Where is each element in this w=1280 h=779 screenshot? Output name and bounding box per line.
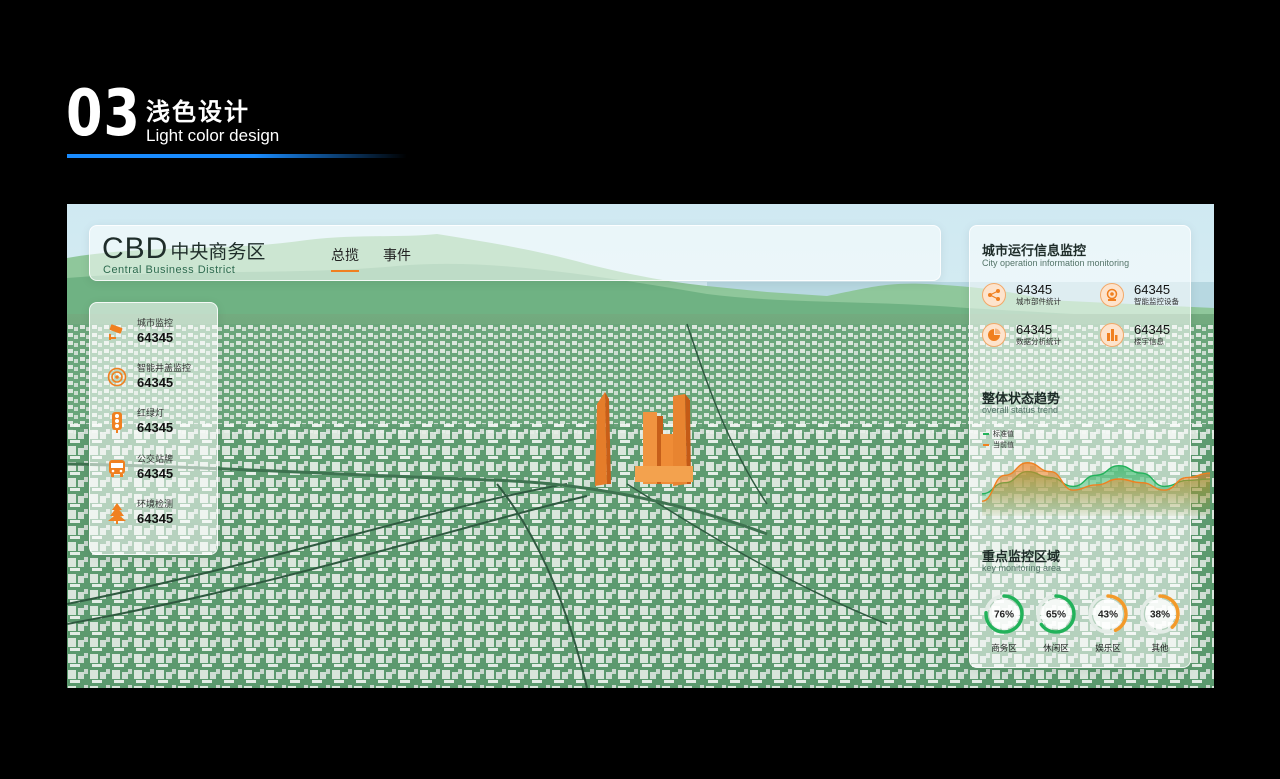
list-item[interactable]: 智能井盖监控 64345	[106, 364, 191, 390]
gauge-label: 其他	[1151, 644, 1169, 654]
stat-value: 64345	[1134, 322, 1171, 337]
gauge-3[interactable]: 38% 其他	[1138, 592, 1182, 654]
item-value: 64345	[137, 420, 174, 435]
section-title-en: Light color design	[146, 126, 280, 145]
item-label: 智能井盖监控	[137, 364, 192, 374]
stat-value: 64345	[1016, 282, 1053, 297]
stat-label: 智能监控设备	[1134, 297, 1179, 306]
traffic-light-icon	[106, 411, 128, 433]
gauge-label: 休闲区	[1043, 644, 1069, 654]
list-item[interactable]: 环境检测 64345	[106, 500, 173, 526]
tab-overview[interactable]: 总揽	[331, 245, 359, 272]
gauge-2[interactable]: 43% 娱乐区	[1086, 592, 1130, 654]
gauge-ring: 38%	[1140, 594, 1180, 634]
gauge-label: 商务区	[991, 644, 1017, 654]
stat-label: 城市部件统计	[1016, 297, 1061, 306]
page-title: CBD 中央商务区	[102, 232, 265, 266]
page-subtitle: Central Business District	[103, 264, 236, 276]
well-monitor-icon	[106, 366, 128, 388]
gauge-value: 43%	[1098, 610, 1118, 621]
gauge-0[interactable]: 76% 商务区	[982, 592, 1026, 654]
stat-label: 楼宇信息	[1134, 337, 1164, 346]
page-title-cn: 中央商务区	[170, 241, 266, 263]
share-icon	[982, 283, 1006, 307]
list-item[interactable]: 城市监控 64345	[106, 319, 173, 345]
section-title: 城市运行信息监控	[982, 244, 1087, 259]
bus-icon	[106, 457, 128, 479]
tab-events[interactable]: 事件	[383, 245, 411, 272]
item-label: 公交站牌	[137, 455, 174, 465]
gauge-1[interactable]: 65% 休闲区	[1034, 592, 1078, 654]
camera-icon	[106, 321, 128, 343]
item-value: 64345	[137, 375, 174, 390]
city-3d-map[interactable]: CBD 中央商务区 Central Business District 总揽 事…	[67, 204, 1214, 688]
gauge-value: 76%	[994, 610, 1014, 621]
item-label: 红绿灯	[137, 409, 165, 419]
trend-chart	[981, 462, 1211, 516]
section-number: 03	[66, 77, 141, 151]
gauge-value: 38%	[1150, 610, 1170, 621]
page-title-main: CBD	[102, 232, 169, 265]
header-underline	[67, 154, 407, 158]
section-subtitle: City operation information monitoring	[982, 258, 1130, 268]
list-item[interactable]: 红绿灯 64345	[106, 409, 173, 435]
gauge-ring: 76%	[984, 594, 1024, 634]
gauge-label: 娱乐区	[1095, 644, 1121, 654]
gauge-ring: 43%	[1088, 594, 1128, 634]
pie-chart-icon	[982, 323, 1006, 347]
stat-card[interactable]: 64345 智能监控设备	[1100, 283, 1179, 307]
item-label: 环境检测	[137, 500, 174, 510]
gauge-ring: 65%	[1036, 594, 1076, 634]
device-stats-panel: 城市监控 64345 智能井盖监控 64345 红绿灯 64345 公交站牌 6…	[89, 302, 218, 555]
stat-card[interactable]: 64345 楼宇信息	[1100, 323, 1170, 347]
list-item[interactable]: 公交站牌 64345	[106, 455, 173, 481]
building-icon	[1100, 323, 1124, 347]
top-bar: CBD 中央商务区 Central Business District 总揽 事…	[89, 225, 941, 281]
item-value: 64345	[137, 466, 174, 481]
item-label: 城市监控	[137, 319, 174, 329]
stat-card[interactable]: 64345 城市部件统计	[982, 283, 1061, 307]
item-value: 64345	[137, 330, 174, 345]
stat-value: 64345	[1016, 322, 1053, 337]
section-title-cn: 浅色设计	[146, 98, 250, 126]
stat-card[interactable]: 64345 数据分析统计	[982, 323, 1061, 347]
series-area-1	[982, 462, 1210, 516]
stat-label: 数据分析统计	[1016, 337, 1061, 346]
monitoring-panel: 城市运行信息监控 City operation information moni…	[969, 225, 1211, 668]
tree-icon	[106, 502, 128, 524]
nav-tabs: 总揽 事件	[331, 245, 411, 272]
item-value: 64345	[137, 511, 174, 526]
stat-value: 64345	[1134, 282, 1171, 297]
section-subtitle: key monitoring area	[982, 563, 1062, 573]
section-subtitle: overall status trend	[982, 405, 1059, 415]
monitor-device-icon	[1100, 283, 1124, 307]
gauge-value: 65%	[1046, 610, 1066, 621]
legend-swatch	[983, 433, 989, 435]
